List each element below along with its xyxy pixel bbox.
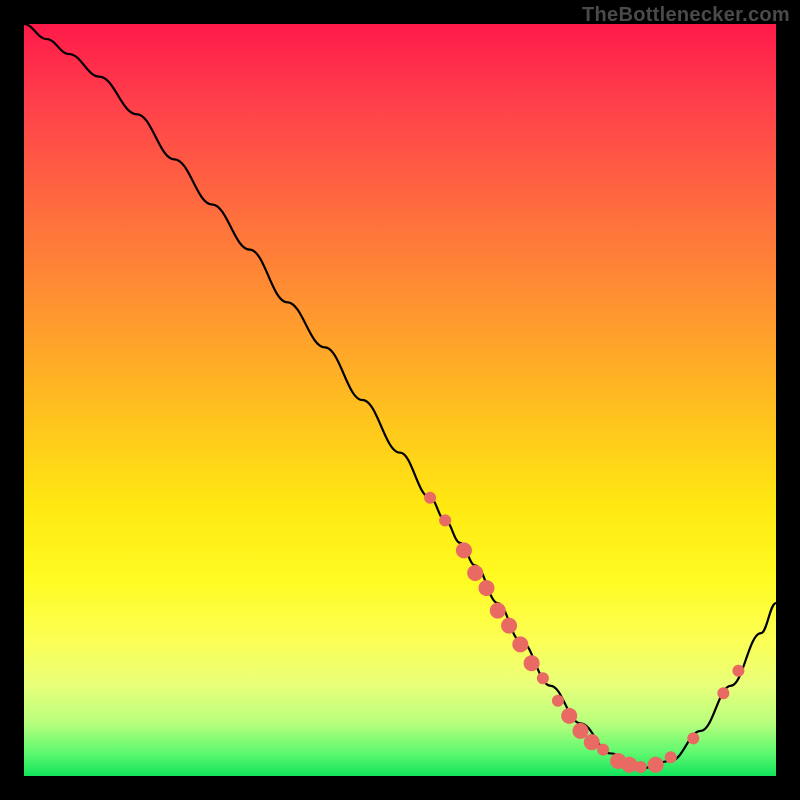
data-marker [717,687,729,699]
data-marker [478,580,494,596]
data-marker [490,603,506,619]
data-marker [467,565,483,581]
data-marker [732,665,744,677]
data-marker [501,618,517,634]
data-marker [572,723,588,739]
marker-group [424,492,744,773]
data-marker [635,761,647,773]
chart-svg [24,24,776,776]
data-marker [424,492,436,504]
data-marker [648,757,664,773]
data-marker [665,751,677,763]
data-marker [552,695,564,707]
data-marker [524,655,540,671]
data-marker [561,708,577,724]
bottleneck-curve [24,24,776,768]
data-marker [621,757,637,773]
data-marker [597,744,609,756]
data-marker [512,636,528,652]
data-marker [439,514,451,526]
data-marker [537,672,549,684]
data-marker [687,732,699,744]
data-marker [456,542,472,558]
